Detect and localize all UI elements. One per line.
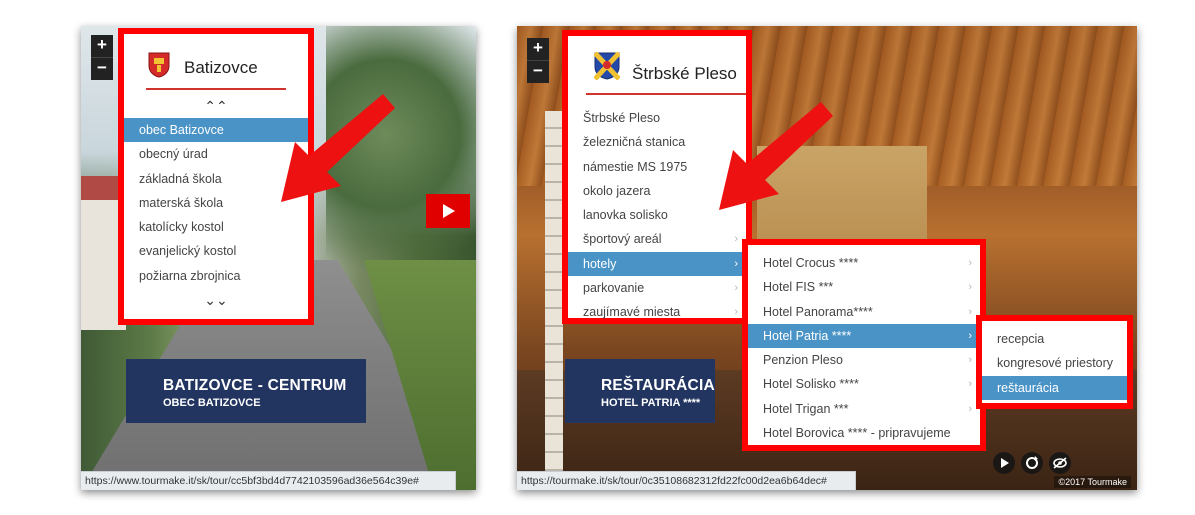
menu-item-label: Štrbské Pleso [583, 111, 661, 125]
hotel-item-3[interactable]: Hotel Patria **** › [748, 323, 980, 349]
menu-item-label: obec Batizovce [139, 123, 224, 137]
logo-underline [146, 88, 286, 90]
menu-item-label: Hotel FIS *** [763, 280, 834, 295]
chevron-right-icon: › [734, 257, 738, 270]
logo-area: Štrbské Pleso [568, 36, 746, 100]
menu-item-label: obecný úrad [139, 147, 208, 162]
menu-item-7[interactable]: parkovanie › [568, 276, 746, 300]
zoom-in-button[interactable]: + [527, 38, 549, 61]
hotel-item-2[interactable]: Hotel Panorama**** › [748, 300, 980, 324]
menu-item-label: základná škola [139, 171, 222, 186]
menu-item-8[interactable]: zaujímavé miesta › [568, 300, 746, 324]
menu-item-label: Hotel Trigan *** [763, 401, 849, 416]
caption-subtitle: HOTEL PATRIA **** [601, 397, 701, 409]
eye-slash-icon [1053, 457, 1067, 469]
menu-item-5[interactable]: športový areál › [568, 227, 746, 251]
hotels-submenu: Hotel Crocus **** › Hotel FIS *** › Hotel Pa… [742, 239, 986, 451]
menu-item-label: katolícky kostol [139, 220, 224, 235]
refresh-icon [1026, 456, 1038, 469]
menu-item-6[interactable]: hotely › [568, 251, 746, 277]
hotel-item-6[interactable]: Hotel Trigan *** › [748, 397, 980, 421]
patria-item-1[interactable]: kongresové priestory [982, 351, 1127, 375]
chevron-right-icon: › [968, 305, 972, 318]
hotel-item-7[interactable]: Hotel Borovica **** - pripravujeme [748, 421, 980, 445]
stone-column-background [545, 111, 563, 490]
chevron-right-icon: › [734, 282, 738, 295]
logo-title: Štrbské Pleso [632, 64, 737, 83]
youtube-play-button[interactable] [426, 194, 470, 228]
chevron-right-icon: › [968, 257, 972, 269]
chevron-right-icon: › [968, 402, 972, 415]
scene-caption: REŠTAURÁCIA HOTEL PATRIA **** [565, 359, 715, 423]
menu-item-6[interactable]: požiarna zbrojnica [124, 264, 308, 288]
scene-caption: BATIZOVCE - CENTRUM OBEC BATIZOVCE [126, 359, 366, 423]
hotel-item-1[interactable]: Hotel FIS *** › [748, 275, 980, 299]
play-icon [443, 204, 455, 218]
caption-subtitle: OBEC BATIZOVCE [163, 397, 261, 409]
chevron-right-icon: › [968, 354, 972, 367]
menu-item-label: Hotel Solisko **** [763, 377, 859, 392]
menu-item-label: parkovanie [583, 281, 645, 296]
red-arrow-icon [281, 94, 395, 202]
patria-item-0[interactable]: recepcia [982, 327, 1127, 351]
hotel-item-5[interactable]: Hotel Solisko **** › [748, 372, 980, 396]
menu-item-label: Hotel Patria **** [763, 328, 852, 343]
scroll-down-icon[interactable]: ⌄⌄ [124, 288, 308, 312]
chevron-right-icon: › [968, 281, 972, 294]
play-icon [1001, 458, 1009, 468]
menu-item-label: požiarna zbrojnica [139, 268, 241, 283]
left-tour-view[interactable]: + − Batizovce ⌃⌃ obec Batizovce obecný úr… [81, 26, 476, 490]
caption-title: REŠTAURÁCIA [601, 377, 715, 394]
autorotate-button[interactable] [1021, 452, 1043, 474]
menu-item-label: Hotel Panorama**** [763, 304, 873, 319]
chevron-right-icon: › [968, 378, 972, 391]
chevron-right-icon: › [968, 329, 972, 342]
menu-item-label: hotely [583, 256, 617, 271]
hotel-item-4[interactable]: Penzion Pleso › [748, 348, 980, 372]
caption-title: BATIZOVCE - CENTRUM [163, 377, 347, 394]
chevron-right-icon: › [734, 233, 738, 246]
logo-underline [586, 93, 746, 95]
menu-item-label: zaujímavé miesta [583, 305, 681, 320]
zoom-controls: + − [527, 38, 549, 83]
logo-title: Batizovce [184, 58, 258, 77]
chevron-right-icon: › [734, 306, 738, 319]
patria-submenu: recepcia kongresové priestory reštaurácia [976, 315, 1133, 409]
status-url: https://tourmake.it/sk/tour/0c3510868231… [517, 471, 856, 490]
zoom-out-button[interactable]: − [527, 61, 549, 83]
hide-ui-button[interactable] [1049, 452, 1071, 474]
menu-item-label: námestie MS 1975 [583, 159, 688, 174]
menu-item-label: lanovka solisko [583, 208, 668, 223]
menu-item-label: recepcia [997, 332, 1045, 346]
menu-item-label: materská škola [139, 195, 224, 210]
zoom-controls: + − [91, 35, 113, 80]
menu-item-4[interactable]: katolícky kostol [124, 215, 308, 239]
menu-item-label: reštaurácia [997, 380, 1059, 395]
menu-item-label: kongresové priestory [997, 356, 1114, 371]
copyright-text: ©2017 Tourmake [1054, 476, 1131, 488]
logo-area: Batizovce [124, 34, 308, 94]
hotel-item-0[interactable]: Hotel Crocus **** › [748, 251, 980, 275]
menu-item-label: okolo jazera [583, 183, 651, 198]
menu-item-5[interactable]: evanjelický kostol [124, 239, 308, 263]
zoom-in-button[interactable]: + [91, 35, 113, 58]
menu-item-label: železničná stanica [583, 135, 686, 150]
zoom-out-button[interactable]: − [91, 58, 113, 80]
strbske-pleso-coat-of-arms-icon [594, 52, 620, 80]
patria-item-2[interactable]: reštaurácia [982, 375, 1127, 400]
play-button[interactable] [993, 452, 1015, 474]
status-url: https://www.tourmake.it/sk/tour/cc5bf3bd… [81, 471, 456, 490]
menu-item-label: Penzion Pleso [763, 353, 843, 368]
menu-item-label: evanjelický kostol [139, 244, 237, 259]
right-tour-view[interactable]: + − Štrbské Pleso Štrbské Pleso železničn… [517, 26, 1137, 490]
red-arrow-icon [719, 102, 833, 210]
menu-item-label: Hotel Crocus **** [763, 256, 859, 270]
batizovce-coat-of-arms-icon [148, 52, 170, 78]
menu-item-label: športový areál [583, 232, 662, 247]
menu-item-label: Hotel Borovica **** - pripravujeme [763, 426, 951, 441]
